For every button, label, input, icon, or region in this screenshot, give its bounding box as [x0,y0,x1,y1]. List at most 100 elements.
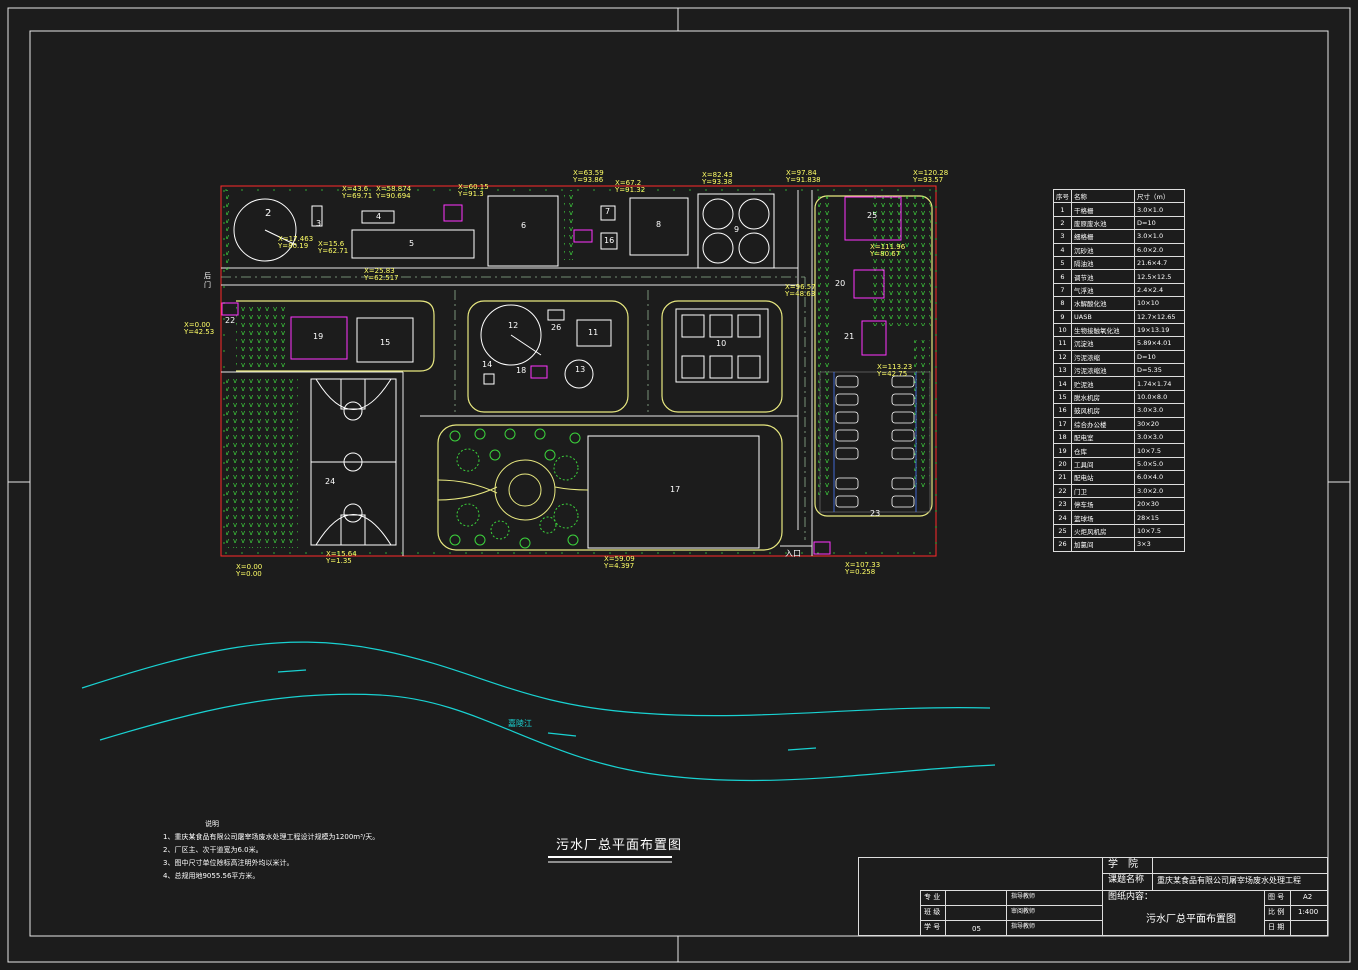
legend-name: 配电室 [1071,430,1135,445]
coord-y: Y=69.71 [342,192,373,200]
legend-index: 15 [1053,389,1072,405]
row-label: 学 号 [924,923,941,931]
legend-name: 配电站 [1071,470,1135,485]
coord-y: Y=62.71 [318,247,349,255]
legend-name: 隔油池 [1071,255,1135,271]
title-underline [548,856,672,863]
coord-y: Y=1.35 [326,557,352,565]
sign-label: 指导教师 [1011,923,1036,930]
legend-size: 3×3 [1134,537,1185,552]
legend-row: 11 沉淀池 5.89×4.01 [1053,336,1185,351]
unit-label: 15 [380,338,391,347]
note-line: 4、总规用地9055.56平方米。 [163,872,260,880]
coord-y: Y=0.00 [236,570,262,578]
row-label: 班 级 [924,908,941,916]
coord-tag: X=120.28 Y=93.57 [913,170,948,184]
legend-index: 7 [1053,282,1072,298]
content-label: 图纸内容： [1108,892,1154,902]
coord-tag: X=82.43 Y=93.38 [702,172,733,186]
coord-tag: X=15.64 Y=1.35 [326,551,357,565]
river-label: 嘉陵江 [508,719,532,728]
legend-index: 10 [1053,322,1072,338]
legend-size: 6.0×2.0 [1134,242,1185,257]
coord-y: Y=93.57 [913,176,944,184]
legend-index: 5 [1053,255,1072,271]
legend-name: 鼓风机房 [1071,403,1135,418]
content-value: 污水厂总平面布置图 [1146,914,1236,925]
coord-tag: X=59.09 Y=4.397 [604,556,635,570]
legend-name: 干格栅 [1071,202,1135,217]
legend-name: 工具间 [1071,456,1135,472]
legend-row: 19 仓库 10×7.5 [1053,443,1185,458]
legend-size: 3.0×2.0 [1134,483,1185,498]
legend-index: 17 [1053,416,1072,432]
unit-label: 10 [716,339,727,348]
unit-label: 16 [604,236,615,245]
legend-name: 贮泥池 [1071,376,1135,391]
unit-label: 24 [325,477,336,486]
unit-label: 21 [844,332,855,341]
legend-name: 气浮池 [1071,282,1135,298]
notes: 说明 1、重庆某食品有限公司屠宰场废水处理工程设计规模为1200m³/天。 2、… [163,818,379,883]
legend-index: 20 [1053,456,1072,472]
legend-row: 16 鼓风机房 3.0×3.0 [1053,403,1185,418]
legend-row: 23 停车场 20×30 [1053,496,1185,512]
school-label: 学 院 [1108,859,1138,870]
legend-size: 12.5×12.5 [1134,269,1185,284]
legend-row: 9 UASB 12.7×12.65 [1053,309,1185,324]
coord-tag: X=43.6 Y=69.71 [342,186,372,200]
row-label: 专 业 [924,893,941,901]
legend-size: 28×15 [1134,510,1185,525]
unit-label: 18 [516,366,527,375]
coord-y: Y=42.53 [184,328,215,336]
coord-y: Y=91.3 [458,190,484,198]
unit-6-equalization [487,195,618,267]
coord-tag: X=107.33 Y=0.258 [845,562,880,576]
unit-label: 5 [409,239,415,248]
coord-y: Y=4.397 [604,562,635,570]
legend-row: 10 生物接触氧化池 19×13.19 [1053,322,1185,338]
legend-row: 24 篮球场 28×15 [1053,510,1185,525]
coord-y: Y=91.32 [615,186,646,194]
unit-label: 17 [670,485,681,494]
legend-index: 9 [1053,309,1072,324]
sign-label: 指导教师 [1011,893,1036,900]
legend-index: 26 [1053,537,1072,552]
parking-lot [819,371,931,513]
legend-row: 7 气浮池 2.4×2.4 [1053,282,1185,298]
legend-row: 18 配电室 3.0×3.0 [1053,430,1185,445]
unit-label: 9 [734,225,740,234]
legend-header: 名称 [1071,188,1135,204]
coord-tag: X=58.874 Y=90.694 [376,186,411,200]
coord-y: Y=48.63 [785,290,816,298]
legend-size: 30×20 [1134,416,1185,432]
legend-size: 3.0×1.0 [1134,229,1185,244]
unit-label: 2 [265,208,272,219]
legend-row: 6 调节池 12.5×12.5 [1053,269,1185,284]
legend-index: 14 [1053,376,1072,391]
legend-header: 序号 [1053,188,1072,204]
legend-size: 10.0×8.0 [1134,389,1185,405]
rear-gate-label: 后门 [204,272,211,289]
legend-name: 篮球场 [1071,510,1135,525]
units-sludge [480,304,612,389]
notes-heading: 说明 [205,820,219,828]
right-label: 图 号 [1268,893,1285,901]
legend-index: 23 [1053,496,1072,512]
coord-y: Y=91.838 [786,176,821,184]
legend-index: 8 [1053,296,1072,311]
legend-index: 13 [1053,363,1072,378]
unit-label: 23 [870,509,881,518]
legend-size: 1.74×1.74 [1134,376,1185,391]
legend-name: 沉砂池 [1071,242,1135,257]
legend-size: D=5.35 [1134,363,1185,378]
student-number: 05 [972,925,981,933]
legend-index: 19 [1053,443,1072,458]
unit-label: 11 [588,328,599,337]
legend-index: 6 [1053,269,1072,284]
coord-y: Y=42.75 [877,370,908,378]
legend-name: UASB [1071,309,1135,324]
coord-tag: X=63.59 Y=93.86 [573,170,604,184]
coord-y: Y=80.67 [870,250,901,258]
legend-header: 尺寸（m） [1134,188,1185,204]
